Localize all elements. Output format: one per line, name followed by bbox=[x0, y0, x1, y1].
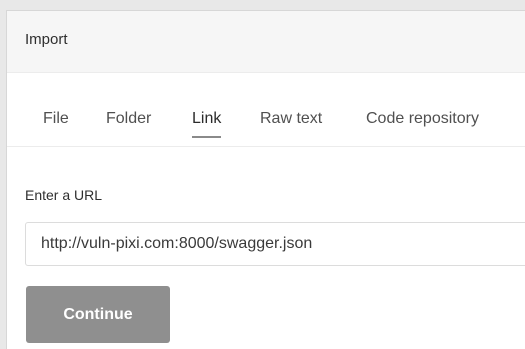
continue-button[interactable]: Continue bbox=[26, 286, 170, 343]
tab-folder[interactable]: Folder bbox=[106, 109, 151, 129]
tab-link-label: Link bbox=[192, 110, 222, 127]
url-input[interactable] bbox=[25, 222, 525, 266]
tab-raw-text[interactable]: Raw text bbox=[260, 109, 322, 129]
dialog-title: Import bbox=[25, 31, 68, 48]
import-tabs: File Folder Link Raw text Code repositor… bbox=[7, 73, 525, 147]
tab-code-repository[interactable]: Code repository bbox=[366, 109, 479, 129]
tab-file[interactable]: File bbox=[43, 109, 69, 129]
import-dialog: Import File Folder Link Raw text Code re… bbox=[6, 10, 525, 349]
tab-link[interactable]: Link bbox=[192, 109, 222, 138]
active-tab-indicator bbox=[192, 136, 222, 138]
url-label: Enter a URL bbox=[25, 187, 103, 203]
dialog-header: Import bbox=[7, 11, 525, 73]
